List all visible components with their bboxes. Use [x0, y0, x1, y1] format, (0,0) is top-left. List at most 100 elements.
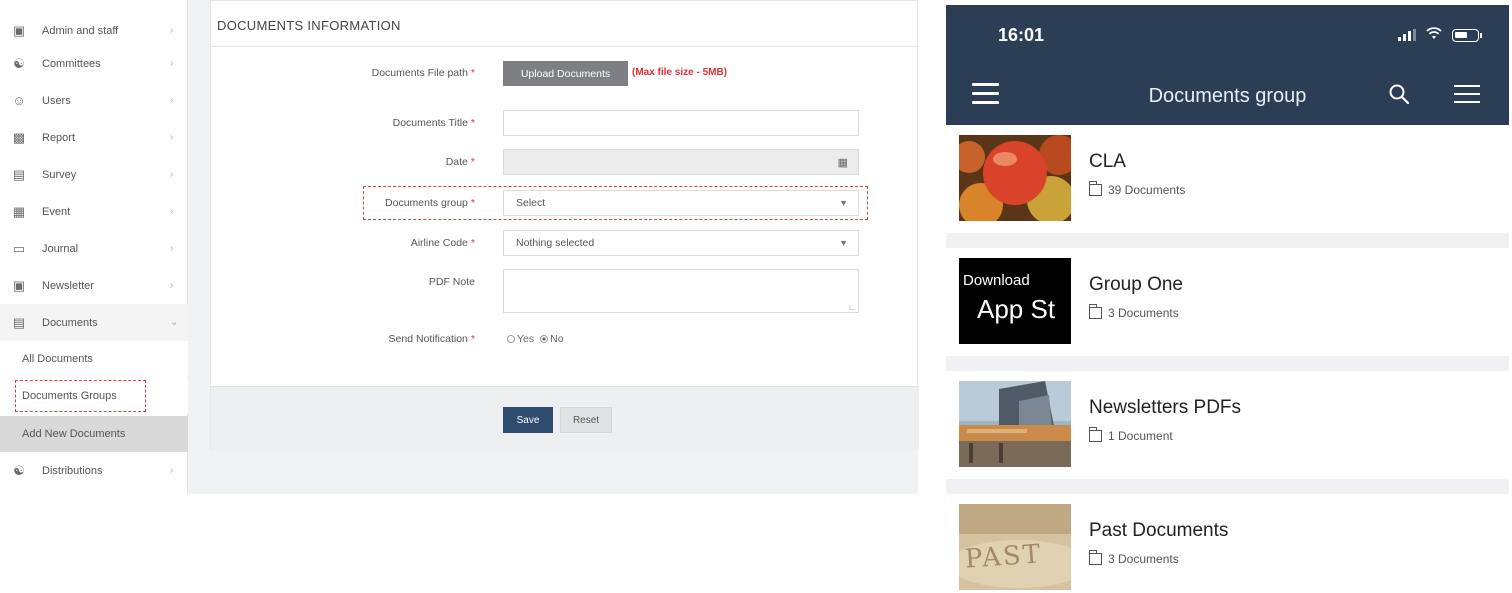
chevron-right-icon: ›: [170, 58, 174, 69]
radio-no[interactable]: No: [540, 333, 564, 345]
sidebar-item-report[interactable]: ▩ Report ›: [0, 119, 188, 156]
group-card-cla[interactable]: CLA 39 Documents: [946, 125, 1509, 233]
group-card-past-documents[interactable]: PAST Past Documents 3 Documents: [946, 494, 1509, 593]
resize-handle-icon[interactable]: ∟: [848, 303, 856, 312]
divider: [211, 46, 919, 47]
send-notification-label: Send Notification *: [388, 333, 475, 345]
group-doc-count: 3 Documents: [1088, 550, 1179, 566]
sidebar-item-label: Event: [42, 205, 71, 218]
newsletter-icon: ▣: [12, 277, 26, 293]
pdf-note-textarea[interactable]: ∟: [503, 269, 859, 313]
date-input[interactable]: ▦: [503, 149, 859, 175]
group-doc-count: 39 Documents: [1088, 181, 1185, 197]
upload-documents-button[interactable]: Upload Documents: [503, 61, 628, 86]
sidebar-item-label: Survey: [42, 168, 77, 181]
document-icon: ▤: [12, 314, 26, 330]
form-title: DOCUMENTS INFORMATION: [217, 18, 401, 33]
file-path-label: Documents File path *: [371, 67, 475, 79]
radio-button[interactable]: [507, 335, 515, 344]
group-name: Past Documents: [1089, 520, 1229, 541]
sidebar-item-committees[interactable]: ☯ Committees ›: [0, 45, 188, 82]
airline-code-select[interactable]: Nothing selected ▼: [503, 230, 859, 256]
user-icon: ☺: [12, 93, 26, 108]
sidebar-subitem-add-new-documents[interactable]: Add New Documents: [0, 416, 188, 452]
pdf-note-label: PDF Note: [428, 276, 475, 288]
group-icon: ☯: [13, 55, 25, 71]
signal-icon: [1398, 29, 1416, 41]
calendar-icon[interactable]: ▦: [838, 156, 848, 169]
folder-icon: [1088, 550, 1102, 565]
sidebar: ▣ Admin and staff › ☯ Committees › ☺ Use…: [0, 0, 188, 494]
airline-code-value: Nothing selected: [516, 237, 595, 249]
group-card-group-one[interactable]: Download App St Group One 3 Documents: [946, 248, 1509, 356]
radio-button-selected[interactable]: [540, 335, 549, 344]
chevron-right-icon: ›: [170, 206, 174, 217]
status-icons: [1398, 27, 1482, 43]
mobile-app-screen: 16:01 Documents group CLA 39 Documents D…: [946, 5, 1509, 593]
sidebar-item-label: Distributions: [42, 464, 103, 477]
wifi-icon: [1426, 27, 1442, 43]
report-icon: ▩: [12, 129, 26, 145]
people-icon: ▣: [12, 22, 26, 38]
folder-icon: [1088, 181, 1102, 196]
group-doc-count: 1 Document: [1088, 427, 1173, 443]
chevron-right-icon: ›: [170, 243, 174, 254]
radio-yes-label: Yes: [517, 333, 535, 345]
chevron-down-icon: ▼: [839, 238, 848, 248]
sidebar-item-label: Users: [42, 94, 71, 107]
chevron-right-icon: ›: [170, 25, 174, 36]
sidebar-item-distributions[interactable]: ☯ Distributions ›: [0, 452, 188, 489]
group-card-newsletters-pdfs[interactable]: Newsletters PDFs 1 Document: [946, 371, 1509, 479]
airline-code-label: Airline Code *: [410, 237, 475, 249]
sidebar-item-survey[interactable]: ▤ Survey ›: [0, 156, 188, 193]
search-icon[interactable]: [1388, 83, 1410, 105]
group-name: Group One: [1089, 274, 1183, 295]
building-thumbnail: [959, 381, 1071, 467]
chevron-right-icon: ›: [170, 465, 174, 476]
sidebar-item-event[interactable]: ▦ Event ›: [0, 193, 188, 230]
sidebar-item-newsletter[interactable]: ▣ Newsletter ›: [0, 267, 188, 304]
chevron-right-icon: ›: [170, 95, 174, 106]
sidebar-subitem-label: All Documents: [22, 353, 93, 365]
thumb-text: PAST: [964, 539, 1043, 575]
documents-group-select[interactable]: Select ▼: [503, 190, 859, 216]
chevron-right-icon: ›: [170, 132, 174, 143]
sidebar-item-label: Admin and staff: [42, 24, 119, 37]
save-button[interactable]: Save: [503, 407, 553, 433]
status-time: 16:01: [998, 25, 1045, 45]
group-name: Newsletters PDFs: [1089, 397, 1242, 418]
radio-no-label: No: [550, 333, 564, 345]
group-name: CLA: [1089, 151, 1126, 172]
form-footer: Save Reset: [211, 386, 919, 451]
chevron-right-icon: ›: [170, 280, 174, 291]
calendar-icon: ▦: [12, 203, 26, 219]
sidebar-item-admin-and-staff[interactable]: ▣ Admin and staff ›: [0, 12, 188, 49]
thumb-text: App St: [977, 294, 1056, 324]
app-store-thumbnail: Download App St: [959, 258, 1071, 344]
chevron-down-icon: ▼: [839, 198, 848, 208]
sidebar-item-users[interactable]: ☺ Users ›: [0, 82, 188, 119]
send-notification-radios: Yes No: [507, 333, 564, 345]
distribution-icon: ☯: [13, 462, 25, 478]
documents-title-input[interactable]: [503, 110, 859, 136]
survey-icon: ▤: [12, 166, 26, 182]
chevron-right-icon: ›: [170, 169, 174, 180]
sidebar-item-label: Report: [42, 131, 76, 144]
screen-title: Documents group: [1148, 85, 1307, 107]
folder-icon: [1088, 427, 1102, 442]
thumb-text: Download: [963, 272, 1030, 289]
sidebar-item-label: Journal: [42, 242, 79, 255]
sidebar-item-journal[interactable]: ▭ Journal ›: [0, 230, 188, 267]
list-view-icon[interactable]: [1454, 85, 1480, 109]
highlight-documents-groups: [15, 380, 146, 412]
reset-button[interactable]: Reset: [560, 407, 612, 433]
sidebar-item-documents[interactable]: ▤ Documents ⌄: [0, 304, 188, 341]
battery-icon: [1452, 28, 1482, 42]
radio-yes[interactable]: Yes: [507, 333, 534, 345]
group-doc-count: 3 Documents: [1088, 304, 1179, 320]
folder-icon: [1088, 304, 1102, 319]
admin-panel: ▣ Admin and staff › ☯ Committees › ☺ Use…: [0, 0, 919, 494]
sidebar-subitem-all-documents[interactable]: All Documents: [0, 341, 188, 377]
date-label: Date *: [445, 156, 475, 168]
documents-form-panel: DOCUMENTS INFORMATION Documents File pat…: [210, 0, 919, 451]
